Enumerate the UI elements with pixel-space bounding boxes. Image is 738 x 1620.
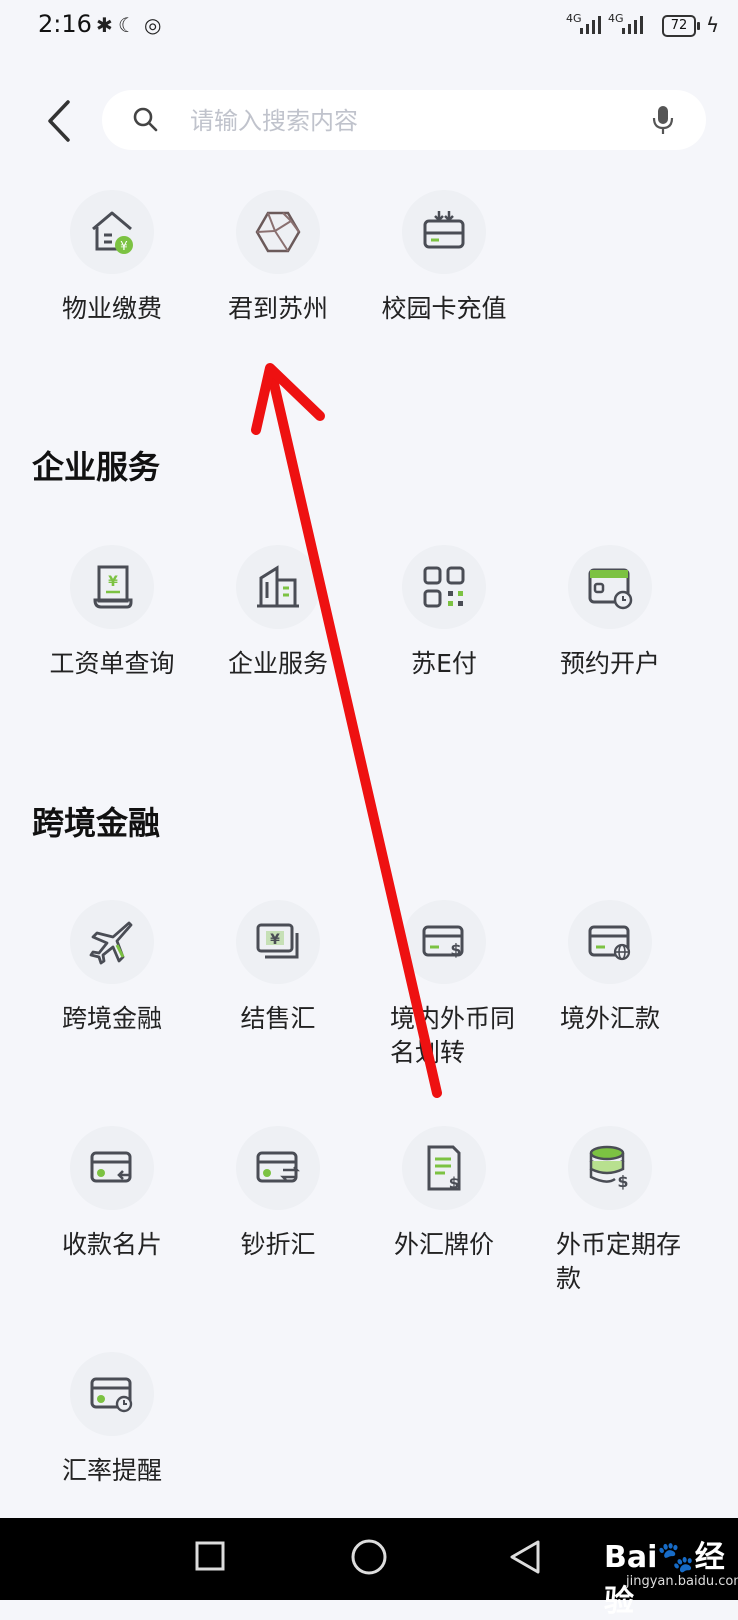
- svg-text:¥: ¥: [108, 574, 118, 590]
- grid-item-label: 外币定期存款: [556, 1230, 682, 1293]
- qr-code-icon: [423, 566, 465, 608]
- svg-text:$: $: [449, 1174, 459, 1192]
- rate-list-icon: $: [427, 1145, 461, 1192]
- svg-text:¥: ¥: [270, 932, 280, 948]
- home-button[interactable]: [350, 1538, 388, 1576]
- grid-item-label: 苏E付: [411, 649, 477, 678]
- grid-item-payslip[interactable]: ¥ 工资单查询: [28, 545, 196, 695]
- signal-icon-2: [622, 16, 643, 34]
- grid-item-fx-settlement[interactable]: ¥ 结售汇: [194, 900, 362, 1050]
- grid-item-rate-alert[interactable]: 汇率提醒: [28, 1352, 196, 1502]
- back-button[interactable]: [40, 96, 80, 146]
- section-title-crossborder: 跨境金融: [32, 804, 161, 842]
- grid-item-payee-card[interactable]: 收款名片: [28, 1126, 196, 1276]
- status-time: 2:16: [38, 10, 92, 38]
- svg-text:¥: ¥: [120, 239, 128, 253]
- card-globe-icon: [588, 925, 631, 961]
- grid-item-label: 企业服务: [227, 649, 328, 678]
- svg-text:$: $: [617, 1172, 628, 1191]
- svg-text:$: $: [450, 940, 461, 959]
- exchange-bill-icon: ¥: [256, 923, 299, 959]
- grid-item-account-appointment[interactable]: 预约开户: [526, 545, 694, 695]
- building-icon: [257, 565, 299, 608]
- watermark-url: jingyan.baidu.com: [626, 1574, 738, 1589]
- search-input[interactable]: [188, 100, 622, 142]
- section-title-enterprise: 企业服务: [32, 448, 161, 486]
- card-clock-icon: [90, 1377, 133, 1413]
- grid-item-label: 收款名片: [61, 1230, 162, 1259]
- grid-item-label: 物业缴费: [61, 294, 162, 323]
- grid-item-label: 钞折汇: [240, 1230, 316, 1259]
- status-bar: 2:16 ✱ ☾ ◎ 4G 4G 72 ϟ: [0, 0, 738, 56]
- grid-item-overseas-remittance[interactable]: 境外汇款: [526, 900, 694, 1050]
- grid-item-fx-transfer[interactable]: $ 境内外币同名划转: [360, 900, 528, 1067]
- charging-icon: ϟ: [706, 13, 720, 37]
- grid-item-label: 跨境金融: [61, 1004, 162, 1033]
- moon-icon: ☾: [118, 13, 136, 37]
- grid-item-property-fee[interactable]: ¥ 物业缴费: [28, 190, 196, 340]
- grid-item-label: 工资单查询: [49, 649, 175, 678]
- suzhou-icon: [255, 211, 301, 253]
- grid-item-label: 境内外币同名划转: [390, 1004, 516, 1067]
- property-fee-icon: ¥: [92, 211, 133, 254]
- grid-item-label: 君到苏州: [227, 294, 328, 323]
- coin-stack-icon: $: [589, 1145, 629, 1191]
- card-receive-icon: [90, 1151, 132, 1183]
- chevron-left-icon: [48, 100, 70, 142]
- search-icon: [133, 107, 158, 132]
- airplane-icon: [89, 921, 133, 965]
- grid-item-crossborder-finance[interactable]: 跨境金融: [28, 900, 196, 1050]
- card-dollar-icon: $: [422, 925, 464, 959]
- grid-item-label: 校园卡充值: [381, 294, 507, 323]
- signal-icon: [580, 16, 601, 34]
- grid-item-enterprise-service[interactable]: 企业服务: [194, 545, 362, 695]
- search-bar[interactable]: [102, 90, 706, 150]
- grid-item-label: 预约开户: [559, 649, 660, 678]
- grid-item-suzhou[interactable]: 君到苏州: [194, 190, 362, 340]
- grid-item-label: 汇率提醒: [61, 1456, 162, 1485]
- payslip-icon: ¥: [93, 565, 133, 609]
- grid-item-fx-time-deposit[interactable]: $ 外币定期存款: [526, 1126, 694, 1293]
- bluetooth-icon: ✱: [96, 13, 113, 37]
- grid-item-campus-card[interactable]: 校园卡充值: [360, 190, 528, 340]
- recent-apps-button[interactable]: [194, 1540, 226, 1572]
- campus-card-icon: [423, 211, 465, 249]
- grid-item-su-e-pay[interactable]: 苏E付: [360, 545, 528, 695]
- grid-item-label: 境外汇款: [559, 1004, 660, 1033]
- battery-indicator: 72: [662, 15, 700, 37]
- grid-item-fx-rates[interactable]: $ 外汇牌价: [360, 1126, 528, 1276]
- hotspot-icon: ◎: [144, 13, 162, 37]
- card-transfer-icon: [256, 1151, 300, 1183]
- back-nav-button[interactable]: [508, 1538, 542, 1576]
- microphone-icon[interactable]: [650, 104, 676, 136]
- grid-item-cash-to-remit[interactable]: 钞折汇: [194, 1126, 362, 1276]
- grid-item-label: 结售汇: [240, 1004, 316, 1033]
- appointment-icon: [588, 568, 633, 610]
- grid-item-label: 外汇牌价: [393, 1230, 494, 1259]
